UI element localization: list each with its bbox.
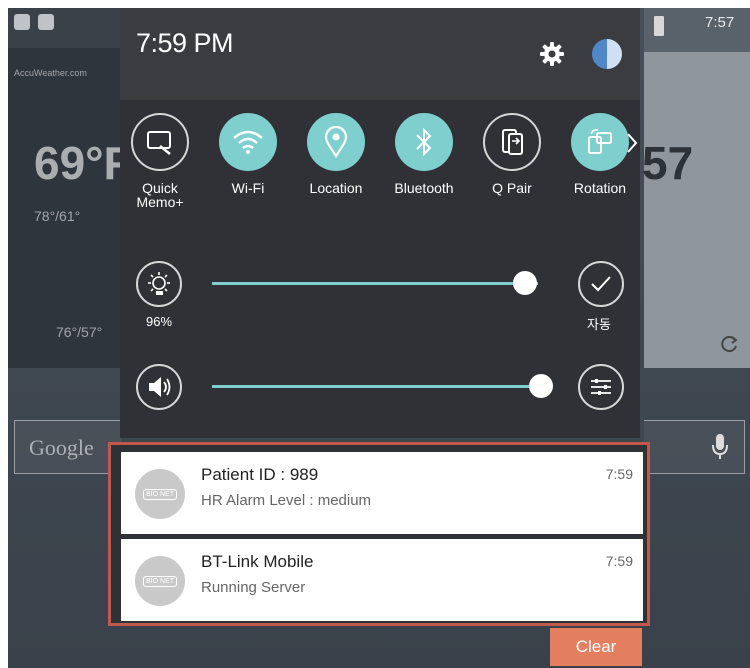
toggle-location[interactable]: Location	[296, 113, 376, 195]
sound-settings-icon[interactable]	[578, 364, 624, 410]
app-badge-text: BIO NET	[142, 575, 177, 587]
weather-range-left-2: 76°/57°	[56, 324, 103, 340]
app-avatar-icon: BIO NET	[135, 556, 185, 606]
volume-slider-track[interactable]	[212, 385, 548, 388]
app-notification-icon	[38, 14, 54, 30]
toggle-wifi[interactable]: Wi-Fi	[208, 113, 288, 195]
toggle-label: Bluetooth	[394, 180, 454, 196]
notifications-highlight: BIO NET Patient ID : 989 HR Alarm Level …	[108, 442, 650, 626]
gear-icon[interactable]	[538, 40, 566, 73]
notification-title: Patient ID : 989	[201, 465, 319, 484]
wifi-icon	[219, 113, 277, 171]
microphone-icon[interactable]	[711, 433, 729, 466]
screen: AccuWeather.com 69°F 78°/61° 76°/57° 57 …	[0, 0, 750, 668]
google-search-bar[interactable]: Google	[14, 420, 121, 474]
notification-subtitle: Running Server	[201, 579, 306, 596]
shade-header: 7:59 PM	[120, 8, 640, 100]
location-icon	[307, 113, 365, 171]
weather-brand: AccuWeather.com	[14, 68, 87, 78]
bluetooth-icon	[395, 113, 453, 171]
app-avatar-icon: BIO NET	[135, 469, 185, 519]
notification-subtitle: HR Alarm Level : medium	[201, 492, 372, 509]
toggle-label: Location	[309, 180, 363, 196]
brightness-slider-knob[interactable]	[512, 271, 537, 295]
status-clock: 7:57	[705, 14, 735, 31]
volume-slider-knob[interactable]	[529, 374, 554, 398]
toggle-bluetooth[interactable]: Bluetooth	[384, 113, 464, 195]
notification-time: 7:59	[605, 466, 633, 482]
toggle-label: Quick Memo+	[136, 180, 184, 210]
notification-shade: 7:59 PM Quick Memo+ Wi-Fi Location Bluet…	[120, 8, 640, 438]
clear-button[interactable]: Clear	[550, 628, 642, 666]
toggle-label: Q Pair	[492, 180, 532, 196]
weather-temperature-left: 69°F	[34, 137, 132, 189]
notification-time: 7:59	[605, 553, 633, 569]
toggle-quick-memo[interactable]: Quick Memo+	[120, 113, 200, 209]
q-pair-icon	[483, 113, 541, 171]
weather-range-left: 78°/61°	[34, 208, 81, 224]
auto-brightness-label: 자동	[587, 318, 611, 333]
brightness-percent: 96%	[146, 314, 173, 329]
toggle-label: Wi-Fi	[231, 180, 265, 196]
google-logo: Google	[29, 435, 94, 460]
quick-memo-icon	[131, 113, 189, 171]
toggle-label: Rotation	[573, 180, 627, 196]
chevron-right-icon[interactable]	[626, 132, 638, 159]
auto-brightness-toggle[interactable]	[578, 261, 624, 307]
toggle-q-pair[interactable]: Q Pair	[472, 113, 552, 195]
notification-title: BT-Link Mobile	[201, 552, 314, 571]
refresh-icon[interactable]	[720, 334, 740, 359]
app-notification-icon	[14, 14, 30, 30]
notification-card[interactable]: BIO NET Patient ID : 989 HR Alarm Level …	[121, 452, 643, 534]
brightness-icon	[136, 261, 182, 307]
volume-icon	[136, 364, 182, 410]
weather-temperature-right: 57	[642, 137, 694, 189]
rotation-icon	[571, 113, 629, 171]
google-search-bar-right[interactable]	[644, 420, 745, 474]
theme-icon[interactable]	[592, 39, 622, 69]
shade-time: 7:59 PM	[136, 28, 234, 58]
brightness-slider-track[interactable]	[212, 282, 538, 285]
app-badge-text: BIO NET	[142, 488, 177, 500]
battery-icon	[654, 16, 664, 36]
notification-card[interactable]: BIO NET BT-Link Mobile Running Server 7:…	[121, 539, 643, 621]
